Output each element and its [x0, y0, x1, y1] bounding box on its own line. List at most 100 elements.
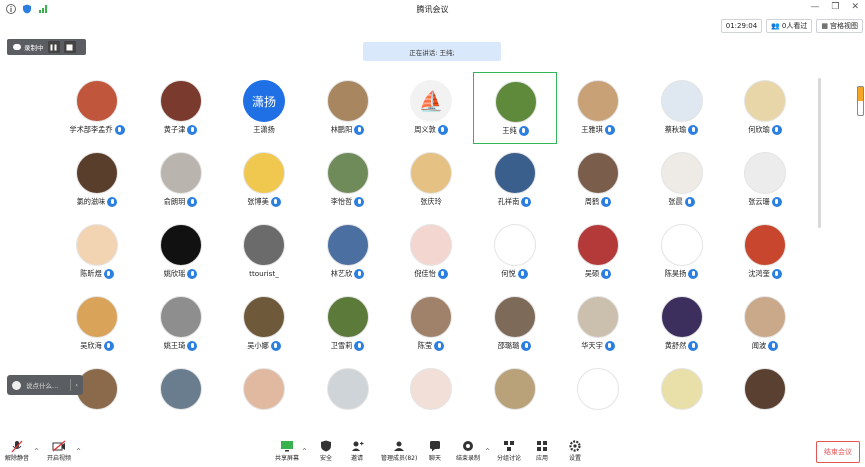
participant-tile[interactable]: [556, 360, 640, 432]
participant-tile[interactable]: 陈昕煜: [55, 216, 139, 288]
participant-tile[interactable]: 周鹤: [556, 144, 640, 216]
participant-tile[interactable]: 氯的滋味: [55, 144, 139, 216]
participant-avatar: ⛵: [410, 80, 452, 122]
chat-input[interactable]: 说点什么...: [26, 380, 58, 390]
participant-tile[interactable]: 黄子津: [139, 72, 223, 144]
info-icon[interactable]: [6, 4, 16, 14]
participant-tile[interactable]: 张庆玲: [389, 144, 473, 216]
participant-tile[interactable]: 何悦: [473, 216, 557, 288]
participant-name-row: 张博美: [222, 197, 306, 207]
stop-recording-button[interactable]: [63, 41, 76, 53]
participant-tile[interactable]: 华天宇: [556, 288, 640, 360]
shield-icon[interactable]: [22, 4, 32, 14]
participant-tile[interactable]: 吴欣海: [55, 288, 139, 360]
participant-avatar: [159, 80, 202, 122]
chat-button[interactable]: 聊天: [428, 439, 442, 462]
mic-on-icon: [187, 269, 198, 279]
breakout-button[interactable]: 分组讨论: [497, 439, 521, 462]
view-mode-button[interactable]: ▦ 宫格视图: [816, 19, 863, 33]
audio-options-caret[interactable]: ^: [34, 448, 39, 455]
participant-tile[interactable]: [55, 360, 139, 432]
participant-avatar: [410, 224, 452, 266]
record-icon: [461, 439, 475, 453]
participant-tile[interactable]: 张云珊: [723, 144, 807, 216]
participant-tile[interactable]: 黄舒然: [640, 288, 724, 360]
grid-scrollbar[interactable]: [818, 78, 821, 228]
participant-tile[interactable]: 何欣瑜: [723, 72, 807, 144]
participant-tile[interactable]: 张博美: [222, 144, 306, 216]
minimize-icon[interactable]: —: [810, 2, 819, 12]
participant-tile[interactable]: 王雅琪: [556, 72, 640, 144]
participant-tile[interactable]: 张晨: [640, 144, 724, 216]
participant-tile[interactable]: 蔡秋瑜: [640, 72, 724, 144]
participant-tile[interactable]: [222, 360, 306, 432]
participant-tile[interactable]: 孔祥南: [473, 144, 557, 216]
mic-on-icon: [103, 341, 114, 351]
participant-tile[interactable]: [139, 360, 223, 432]
close-icon[interactable]: ✕: [851, 2, 859, 12]
participant-tile[interactable]: [389, 360, 473, 432]
participant-name-row: 周鹤: [556, 197, 640, 207]
participant-name: 吴欣海: [80, 341, 102, 350]
participant-tile[interactable]: 卫雪莉: [306, 288, 390, 360]
participant-tile[interactable]: [640, 360, 724, 432]
invite-button[interactable]: 邀请: [350, 439, 364, 462]
participant-name-row: 吴硕: [556, 269, 640, 279]
unmute-button[interactable]: 解除静音: [5, 439, 29, 462]
participant-tile[interactable]: 倪佳怡: [389, 216, 473, 288]
participant-name-row: 邵璐璐: [473, 341, 557, 351]
end-meeting-button[interactable]: 结束会议: [816, 441, 860, 463]
participant-avatar: [243, 296, 285, 338]
participant-tile[interactable]: ⛵ 周义敦: [389, 72, 473, 144]
participant-tile[interactable]: 邵璐璐: [473, 288, 557, 360]
participant-tile[interactable]: 姚王琦: [139, 288, 223, 360]
stop-recording-toolbar-button[interactable]: 结束录制: [456, 439, 480, 462]
participant-tile[interactable]: 陈昊扬: [640, 216, 724, 288]
start-video-button[interactable]: 开启视频: [47, 439, 71, 462]
participant-tile[interactable]: ttourist_: [222, 216, 306, 288]
participant-name-row: 孔祥南: [473, 197, 557, 207]
participant-avatar: [577, 296, 619, 338]
security-button[interactable]: 安全: [319, 439, 333, 462]
participant-tile[interactable]: 王纯: [472, 72, 557, 144]
pause-recording-button[interactable]: [47, 41, 60, 53]
settings-button[interactable]: 设置: [568, 439, 582, 462]
view-mode-label: 宫格视图: [830, 22, 858, 30]
participant-tile[interactable]: 陈莹: [389, 288, 473, 360]
participant-tile[interactable]: 俞朗玥: [139, 144, 223, 216]
video-options-caret[interactable]: ^: [76, 448, 81, 455]
viewers-button[interactable]: 👥 0人看过: [766, 19, 813, 33]
participant-tile[interactable]: [723, 360, 807, 432]
invite-label: 邀请: [350, 455, 363, 462]
participant-tile[interactable]: 吴小娜: [222, 288, 306, 360]
participant-tile[interactable]: 学术部李孟乔: [55, 72, 139, 144]
participant-tile[interactable]: 林鹏阳: [306, 72, 390, 144]
collapse-icon[interactable]: ‹: [75, 381, 78, 389]
viewers-icon: 👥: [771, 22, 780, 30]
participant-avatar: [326, 296, 369, 338]
participant-avatar: 潇扬: [243, 80, 285, 122]
participant-tile[interactable]: 潇扬 王潇扬: [222, 72, 306, 144]
participant-avatar: [159, 152, 202, 194]
participant-name: 邵璐璐: [497, 341, 520, 350]
participant-name: 孔祥南: [497, 197, 520, 206]
participant-tile[interactable]: 沈鸿奎: [723, 216, 807, 288]
quick-chat-bar[interactable]: 说点什么... ‹: [7, 375, 83, 395]
restore-icon[interactable]: ❐: [831, 2, 839, 12]
side-panel-handle[interactable]: [857, 86, 864, 116]
participant-name: 俞朗玥: [163, 197, 186, 206]
share-options-caret[interactable]: ^: [302, 448, 307, 455]
share-screen-button[interactable]: 共享屏幕: [275, 439, 299, 462]
emoji-icon[interactable]: [12, 380, 21, 390]
participant-tile[interactable]: 吴硕: [556, 216, 640, 288]
participant-tile[interactable]: 李怡哲: [306, 144, 390, 216]
participant-tile[interactable]: 林艺欣: [306, 216, 390, 288]
participant-avatar: [660, 296, 703, 338]
participant-tile[interactable]: 姚欣瑶: [139, 216, 223, 288]
participant-tile[interactable]: 闻波: [723, 288, 807, 360]
manage-participants-button[interactable]: 管理成员(82): [381, 439, 417, 462]
participant-tile[interactable]: [473, 360, 557, 432]
record-options-caret[interactable]: ^: [485, 448, 490, 455]
participant-tile[interactable]: [306, 360, 390, 432]
apps-button[interactable]: 应用: [535, 439, 549, 462]
